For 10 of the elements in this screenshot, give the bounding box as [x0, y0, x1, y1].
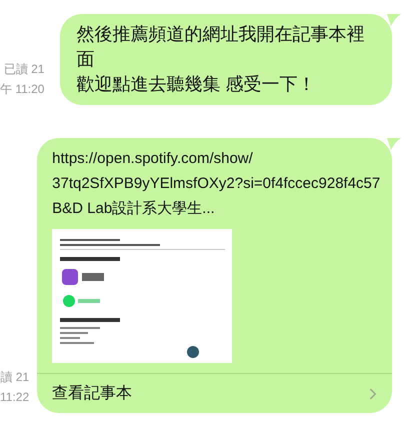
message-text: 歡迎點進去聽幾集 感受一下！ [76, 73, 316, 96]
read-status: 讀 21 [0, 369, 30, 386]
message-text: 然後推薦頻道的網址我開在記事本裡面 [76, 23, 366, 71]
message-time: 11:22 [0, 389, 30, 406]
note-title: B&D Lab設計系大學生... [52, 199, 216, 219]
view-note-button[interactable]: 查看記事本 [52, 381, 132, 406]
link-text[interactable]: 37tq2SfXPB9yYElmsfOXy2?si=0f4fccec928f4c57 [52, 171, 382, 196]
read-status: 已讀 21 [4, 61, 44, 78]
link-text[interactable]: https://open.spotify.com/show/ [52, 146, 382, 171]
message-time: 午 11:20 [0, 81, 44, 98]
